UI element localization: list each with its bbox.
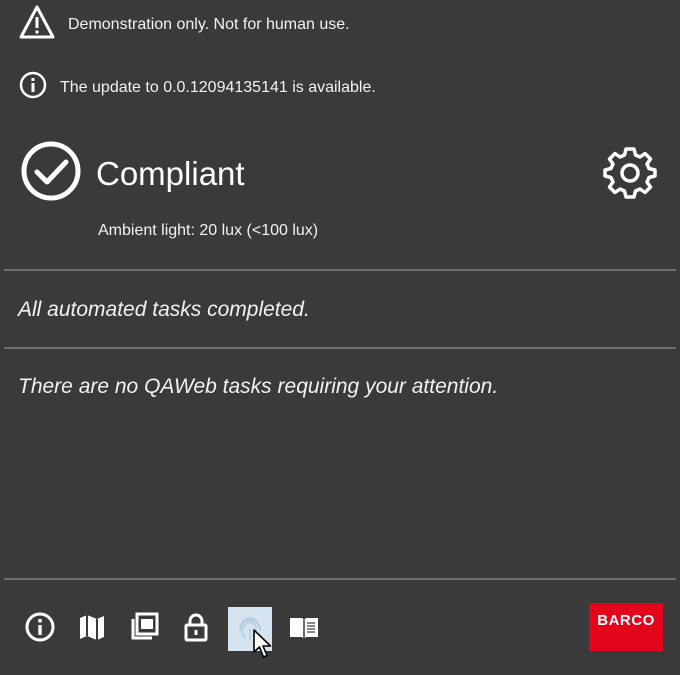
barco-logo: BARCO <box>589 603 663 651</box>
warning-text: Demonstration only. Not for human use. <box>68 15 350 33</box>
book-icon <box>287 612 321 647</box>
info-button[interactable] <box>20 609 60 649</box>
info-icon <box>24 611 56 648</box>
gear-icon <box>603 147 657 203</box>
automated-tasks-message: All automated tasks completed. <box>18 298 310 321</box>
mouse-cursor-icon <box>252 628 274 665</box>
update-text: The update to 0.0.12094135141 is availab… <box>60 78 376 96</box>
settings-button[interactable] <box>603 145 657 199</box>
status-title: Compliant <box>96 154 245 192</box>
divider <box>4 347 676 349</box>
bottom-toolbar <box>20 606 336 652</box>
check-circle-icon <box>20 140 82 207</box>
info-icon <box>18 70 48 105</box>
logo-text: BARCO <box>597 611 655 629</box>
update-notice[interactable]: The update to 0.0.12094135141 is availab… <box>18 70 376 105</box>
ambient-light-reading: Ambient light: 20 lux (<100 lux) <box>98 222 319 239</box>
gallery-icon <box>128 611 160 648</box>
warning-notice: Demonstration only. Not for human use. <box>18 4 350 45</box>
divider <box>4 578 676 580</box>
gallery-button[interactable] <box>124 609 164 649</box>
divider <box>4 269 676 271</box>
warning-icon <box>18 4 56 45</box>
book-button[interactable] <box>284 609 324 649</box>
map-icon <box>77 612 107 647</box>
lock-button[interactable] <box>176 609 216 649</box>
qaweb-tasks-message: There are no QAWeb tasks requiring your … <box>18 375 499 398</box>
compliance-status: Compliant <box>20 140 245 207</box>
lock-icon <box>181 612 211 647</box>
map-button[interactable] <box>72 609 112 649</box>
